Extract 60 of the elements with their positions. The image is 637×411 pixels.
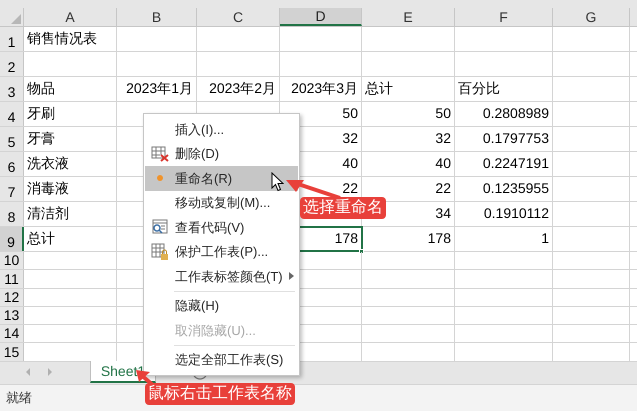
table-cell: 0.1235955	[455, 177, 553, 201]
fill-handle[interactable]	[359, 249, 364, 254]
row-header[interactable]: 9	[0, 227, 24, 251]
table-cell: 2023年2月	[197, 77, 280, 101]
column-header[interactable]: B	[117, 8, 197, 26]
table-cell: 总计	[362, 77, 455, 101]
table-cell: 物品	[24, 77, 117, 101]
mouse-pointer-icon	[271, 172, 284, 192]
column-header[interactable]: A	[24, 8, 117, 26]
row-header[interactable]: 10	[0, 252, 24, 270]
row-header[interactable]: 15	[0, 343, 24, 361]
table-cell: 178	[362, 227, 455, 251]
table-cell: 50	[362, 102, 455, 126]
row-header[interactable]: 7	[0, 177, 24, 201]
menu-item[interactable]: 重命名(R)	[145, 166, 298, 190]
table-cell: 洗衣液	[24, 152, 117, 176]
code-view-icon	[151, 219, 169, 236]
table-cell: 0.2247191	[455, 152, 553, 176]
delete-icon	[151, 146, 169, 162]
table-cell: 总计	[24, 227, 117, 251]
row-header[interactable]: 12	[0, 288, 24, 306]
table-cell: 百分比	[455, 77, 553, 101]
row-header[interactable]: 3	[0, 77, 24, 101]
table-cell: 销售情况表	[24, 27, 117, 51]
column-header[interactable]: G	[553, 8, 630, 26]
row-header[interactable]: 1	[0, 27, 24, 51]
row-header[interactable]: 5	[0, 127, 24, 151]
callout-label: 鼠标右击工作表名称	[145, 383, 295, 405]
row-header[interactable]: 13	[0, 306, 24, 324]
select-all-icon[interactable]	[11, 14, 21, 24]
row-header[interactable]: 11	[0, 270, 24, 288]
table-cell: 牙刷	[24, 102, 117, 126]
status-text: 就绪	[6, 389, 32, 408]
table-cell: 40	[362, 152, 455, 176]
column-header[interactable]: E	[362, 8, 455, 26]
table-cell: 2023年1月	[117, 77, 197, 101]
row-header[interactable]: 2	[0, 52, 24, 76]
column-header[interactable]: D	[280, 8, 362, 26]
table-cell: 1	[455, 227, 553, 251]
protect-sheet-icon	[151, 242, 169, 261]
column-header[interactable]: F	[455, 8, 553, 26]
callout-label: 选择重命名	[300, 197, 386, 219]
table-cell: 清洁剂	[24, 202, 117, 226]
next-sheet-icon[interactable]	[46, 367, 54, 377]
table-cell: 32	[362, 127, 455, 151]
table-cell: 0.1910112	[455, 202, 553, 226]
row-header[interactable]: 4	[0, 102, 24, 126]
row-header[interactable]: 6	[0, 152, 24, 176]
bullet-icon	[157, 175, 163, 182]
table-cell: 0.1797753	[455, 127, 553, 151]
submenu-arrow-icon	[288, 272, 294, 280]
row-header[interactable]: 14	[0, 325, 24, 342]
table-cell: 牙膏	[24, 127, 117, 151]
menu-item[interactable]: 工作表标签颜色(T)	[145, 264, 298, 288]
table-cell: 2023年3月	[280, 77, 362, 101]
table-cell: 0.2808989	[455, 102, 553, 126]
table-cell: 消毒液	[24, 177, 117, 201]
previous-sheet-icon[interactable]	[24, 367, 32, 377]
menu-item[interactable]: 隐藏(H)	[145, 294, 298, 318]
row-header[interactable]: 8	[0, 202, 24, 226]
